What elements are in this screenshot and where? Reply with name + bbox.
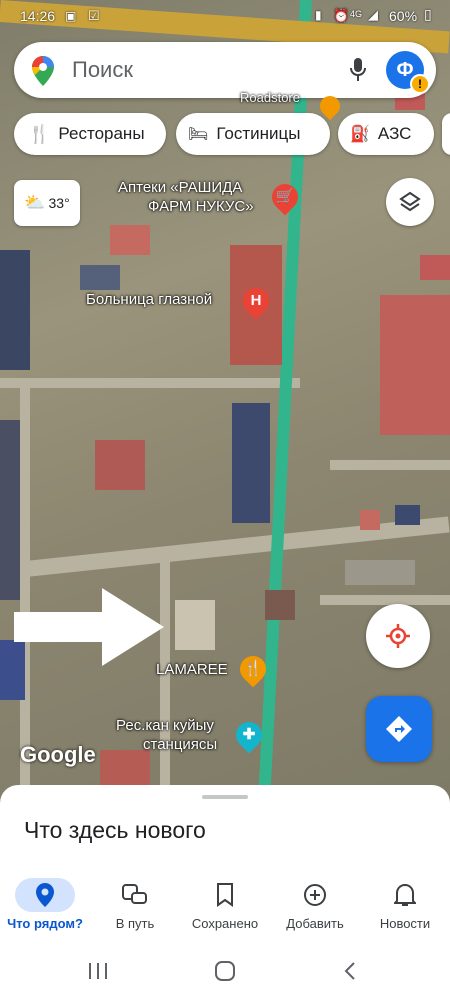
map-building [175,600,215,650]
location-target-icon [386,624,410,648]
map-label-restaurant[interactable]: LAMAREE [156,660,228,679]
google-logo: Google [20,742,96,767]
chip-hotels[interactable]: 🛏 Гостиницы [176,113,330,155]
chip-label: АЗС [377,124,412,143]
battery-level: 60% [389,8,418,24]
bed-icon: 🛏 [188,126,209,143]
microphone-icon[interactable] [350,58,366,82]
map-building [345,560,415,585]
nav-label: Сохранено [191,916,259,931]
account-warning-icon: ! [410,74,430,94]
recent-apps-icon[interactable] [88,962,108,980]
map-building [110,225,150,255]
layers-button[interactable] [386,178,434,226]
bottom-navigation: Что рядом? В путь Сохранено Добавить Нов… [0,868,450,942]
commute-icon [105,878,165,912]
pharmacy-pin-icon[interactable]: 🛒 [266,178,304,216]
gas-pump-icon: ⛽ [350,126,370,143]
map-building [360,510,380,530]
chip-gas-stations[interactable]: ⛽ АЗС [338,113,434,155]
bottom-sheet[interactable]: Что здесь нового [0,785,450,870]
directions-button[interactable] [366,696,432,762]
nav-label: Новости [379,916,431,931]
map-label-hospital[interactable]: Больница глазной [86,290,212,309]
search-input[interactable]: Поиск [72,57,133,83]
map-building [100,750,150,785]
map-label-station[interactable]: Рес.кан куйыу [116,716,214,735]
chip-label: Рестораны [58,124,145,143]
weather-temperature: 33° [48,195,70,211]
directions-icon [386,716,412,742]
map-building [380,295,450,435]
status-time: 14:26 [20,8,56,24]
nav-label: Что рядом? [7,916,83,931]
signal-icon: ◢ [368,7,378,22]
search-bar[interactable]: Поиск Ф ! [14,42,436,98]
arrow-annotation-icon [14,588,164,666]
nav-item-updates[interactable]: Новости [360,868,450,942]
add-circle-icon [285,878,345,912]
map-road [320,595,450,605]
status-bar: 14:26 ▣ ☑ ▮ ⏰ 4G ◢ 60% ▯ [0,0,450,34]
map-building [265,590,295,620]
service-pin-icon[interactable]: ✚ [230,716,268,754]
gallery-icon: ▣ [65,9,77,23]
map-label-station-line2[interactable]: станциясы [143,735,217,754]
partly-sunny-icon: ⛅ [24,193,46,212]
map-label-pharmacy-line2[interactable]: ФАРМ НУКУС» [148,197,254,216]
battery-icon: ▯ [424,6,432,22]
map-building [95,440,145,490]
fork-knife-icon: 🍴 [28,123,51,144]
google-maps-logo-icon [32,56,54,86]
map-road [330,460,450,470]
map-building [420,255,450,280]
map-building [0,250,30,370]
sheet-drag-handle[interactable] [202,795,248,799]
weather-widget[interactable]: ⛅ 33° [14,180,80,226]
chip-label: Гостиницы [216,124,301,143]
nav-item-saved[interactable]: Сохранено [180,868,270,942]
bookmark-icon [195,878,255,912]
map-road [0,378,300,388]
hospital-pin-icon[interactable]: H [237,282,275,320]
map-building [80,265,120,290]
check-icon: ☑ [88,8,100,23]
restaurant-pin-icon[interactable]: 🍴 [234,650,272,688]
alarm-icon: ⏰ [333,8,350,23]
nav-item-contribute[interactable]: Добавить [270,868,360,942]
sheet-title: Что здесь нового [24,817,206,843]
home-icon[interactable] [214,961,236,981]
nav-item-explore[interactable]: Что рядом? [0,868,90,942]
nav-label: Добавить [286,916,344,931]
location-pin-icon [15,878,75,912]
map-label-partial: Roadstore [240,90,300,105]
bell-icon [375,878,435,912]
map-building [0,420,20,600]
map-label-pharmacy[interactable]: Аптеки «РАШИДА [118,178,242,197]
chip-restaurants[interactable]: 🍴 Рестораны [14,113,166,155]
network-4g-icon: 4G [350,9,363,19]
back-icon[interactable] [343,961,357,981]
nav-item-commute[interactable]: В путь [90,868,180,942]
system-navigation-bar [0,942,450,1000]
lock-icon: ▮ [315,8,322,22]
my-location-button[interactable] [366,604,430,668]
layers-icon [399,191,421,212]
map-building [232,403,270,523]
nav-label: В путь [115,916,155,931]
chip-more[interactable] [442,113,450,155]
map-building [395,505,420,525]
